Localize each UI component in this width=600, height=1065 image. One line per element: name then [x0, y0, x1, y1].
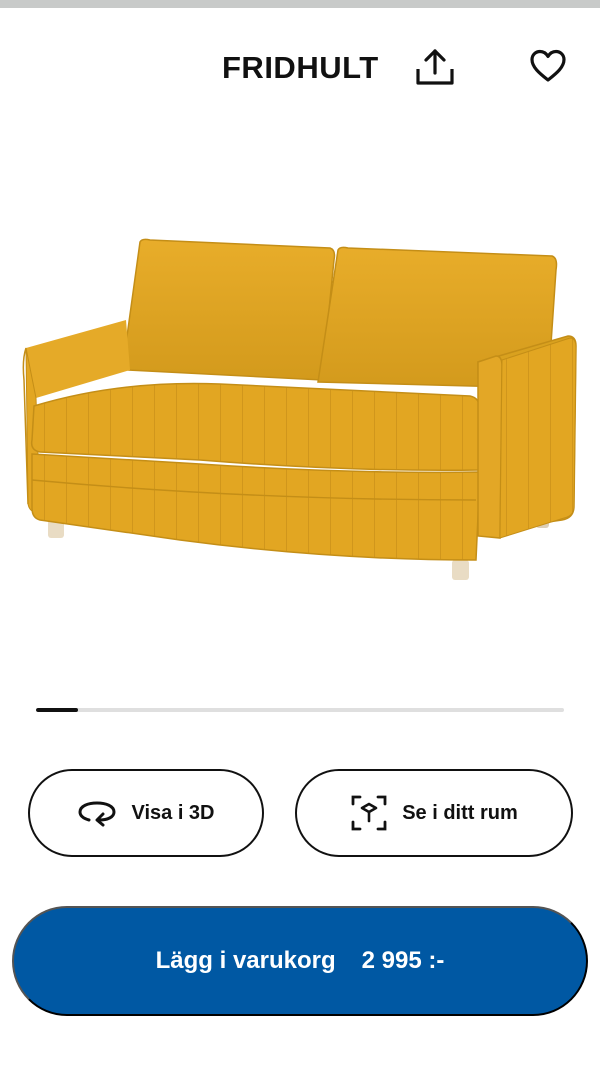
- add-to-cart-button[interactable]: Lägg i varukorg 2 995 :-: [12, 906, 588, 1016]
- add-to-cart-label: Lägg i varukorg: [155, 947, 336, 974]
- ar-cube-icon: [350, 794, 388, 832]
- header: FRIDHULT: [0, 8, 600, 118]
- view-in-room-label: Se i ditt rum: [402, 801, 518, 824]
- view-in-3d-button[interactable]: Visa i 3D: [28, 769, 264, 857]
- share-upload-icon: [413, 47, 457, 90]
- rotate-3d-icon: [77, 799, 117, 827]
- right-armrest: [477, 337, 577, 539]
- carousel-progress-fill: [36, 708, 79, 712]
- favorite-button[interactable]: [524, 44, 572, 90]
- status-strip: [0, 0, 600, 8]
- image-carousel-progress[interactable]: [36, 708, 564, 712]
- product-title: FRIDHULT: [222, 50, 379, 85]
- heart-outline-icon: [529, 49, 567, 86]
- product-image[interactable]: [0, 220, 600, 600]
- share-button[interactable]: [410, 46, 460, 90]
- price-label: 2 995 :-: [361, 947, 445, 974]
- view-in-room-button[interactable]: Se i ditt rum: [295, 769, 573, 857]
- view-in-3d-label: Visa i 3D: [131, 801, 215, 824]
